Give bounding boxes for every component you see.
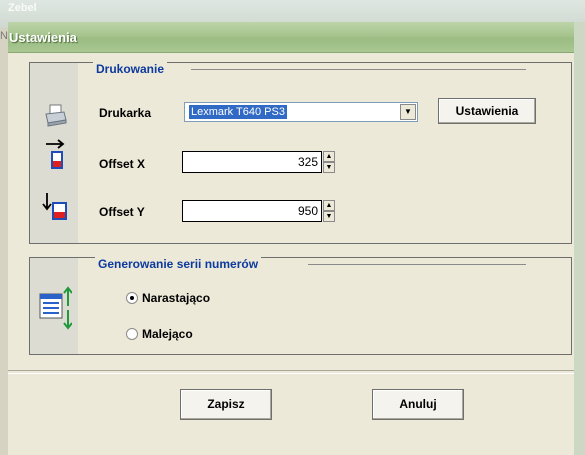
- printer-selected-value: Lexmark T640 PS3: [189, 105, 287, 119]
- number-series-icon: [39, 286, 72, 330]
- printing-group-rule: [191, 69, 526, 70]
- settings-dialog: Ustawienia Drukowanie Drukarka Lexmark T…: [8, 22, 585, 455]
- series-group-rule: [308, 264, 526, 265]
- printer-select[interactable]: Lexmark T640 PS3 ▼: [184, 102, 418, 122]
- printing-group-label: Drukowanie: [93, 62, 168, 76]
- dialog-title: Ustawienia: [9, 30, 77, 45]
- descending-label[interactable]: Malejąco: [142, 327, 193, 341]
- printer-icon: [45, 104, 67, 127]
- cancel-button-label: Anuluj: [399, 397, 437, 411]
- series-group-label: Generowanie serii numerów: [95, 257, 262, 271]
- save-button[interactable]: Zapisz: [180, 389, 272, 420]
- spin-down-icon[interactable]: ▼: [323, 211, 335, 222]
- offset-x-icon: [46, 139, 65, 169]
- offset-x-input[interactable]: 325: [182, 151, 322, 173]
- offset-y-label: Offset Y: [99, 205, 145, 219]
- background-window-text: N: [0, 30, 8, 42]
- printer-label: Drukarka: [99, 106, 152, 120]
- printer-settings-button-label: Ustawienia: [455, 104, 519, 118]
- spin-down-icon[interactable]: ▼: [323, 162, 335, 173]
- dialog-titlebar[interactable]: Ustawienia: [8, 22, 585, 53]
- series-group: [29, 257, 572, 355]
- cancel-button[interactable]: Anuluj: [372, 389, 464, 420]
- chevron-down-icon[interactable]: ▼: [400, 104, 416, 120]
- background-window-right-edge: [574, 22, 585, 455]
- offset-y-input[interactable]: 950: [182, 200, 322, 222]
- background-window-edge: N: [0, 28, 8, 455]
- ascending-label[interactable]: Narastająco: [142, 291, 210, 305]
- offset-x-label: Offset X: [99, 157, 146, 171]
- background-window-title: Zebel: [8, 2, 37, 14]
- dialog-separator: [8, 370, 585, 374]
- descending-radio[interactable]: [126, 328, 138, 340]
- offset-y-spinner[interactable]: 950 ▲ ▼: [182, 200, 336, 222]
- offset-y-icon: [42, 193, 67, 220]
- offset-x-spinner[interactable]: 325 ▲ ▼: [182, 151, 336, 173]
- spin-up-icon[interactable]: ▲: [323, 200, 335, 211]
- save-button-label: Zapisz: [207, 397, 245, 411]
- printer-settings-button[interactable]: Ustawienia: [438, 98, 536, 124]
- ascending-radio[interactable]: [126, 292, 138, 304]
- spin-up-icon[interactable]: ▲: [323, 151, 335, 162]
